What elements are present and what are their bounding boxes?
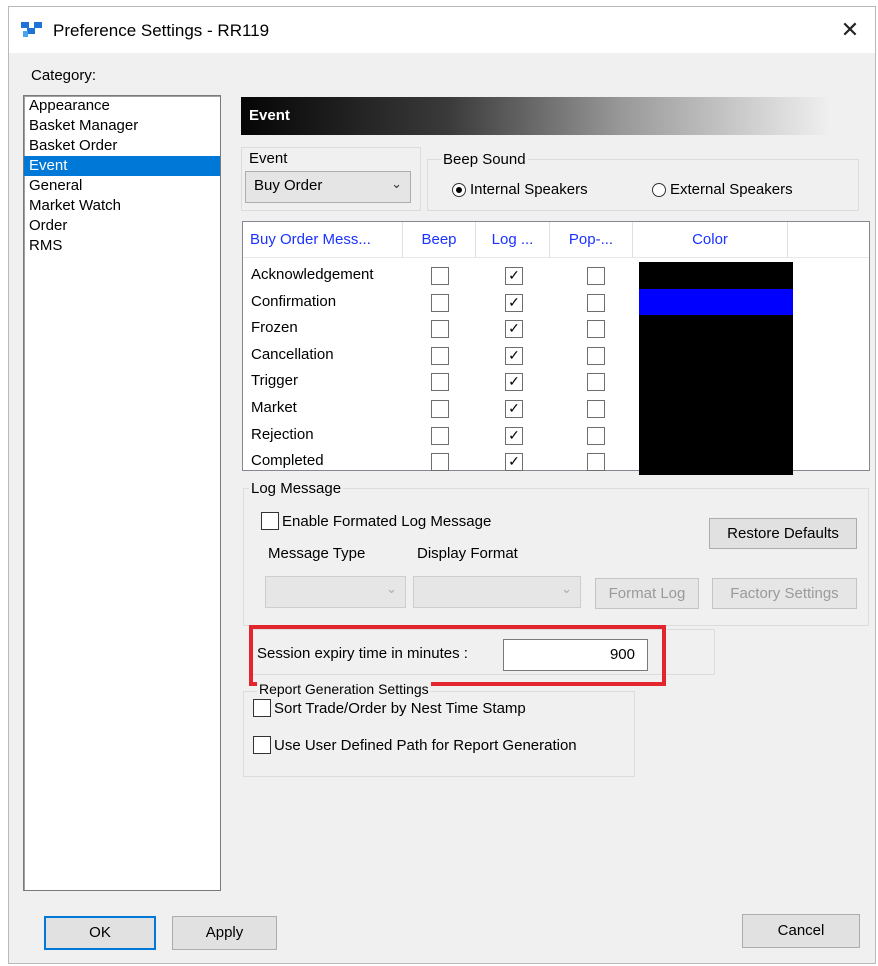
category-list[interactable]: Appearance Basket Manager Basket Order E…	[23, 95, 221, 891]
beep-checkbox[interactable]	[431, 453, 449, 472]
radio-unselected-icon	[652, 182, 666, 197]
event-message-table: Buy Order Mess... Beep Log ... Pop-... C…	[242, 221, 870, 476]
display-format-select[interactable]: ⌄	[413, 576, 581, 608]
highlight-box	[249, 625, 666, 686]
table-row-label: Market	[251, 399, 297, 416]
log-checkbox[interactable]: ✓	[505, 373, 523, 392]
color-swatch[interactable]	[639, 315, 793, 343]
beep-checkbox[interactable]	[431, 346, 449, 365]
color-swatch[interactable]	[639, 368, 793, 396]
title-bar: Preference Settings - RR119 ✕	[9, 7, 875, 53]
beep-checkbox[interactable]	[431, 373, 449, 392]
sort-trade-order-checkbox[interactable]: Sort Trade/Order by Nest Time Stamp	[253, 699, 526, 717]
log-message-label: Log Message	[249, 480, 344, 497]
popup-checkbox[interactable]	[587, 373, 605, 392]
category-item-order[interactable]: Order	[24, 216, 220, 236]
table-row-label: Cancellation	[251, 345, 334, 363]
table-row-label: Completed	[251, 452, 324, 470]
table-row-label: Acknowledgement	[251, 266, 374, 283]
table-row-label: Frozen	[251, 319, 298, 337]
popup-checkbox[interactable]	[587, 453, 605, 472]
table-row-label: Rejection	[251, 425, 314, 443]
checkbox-unchecked-icon	[261, 512, 279, 530]
panel-header-title: Event	[249, 107, 290, 124]
popup-checkbox[interactable]	[587, 346, 605, 365]
log-checkbox[interactable]: ✓	[505, 400, 523, 418]
event-select-value: Buy Order	[254, 177, 323, 194]
ok-button[interactable]: OK	[44, 916, 156, 950]
category-item-basket-order[interactable]: Basket Order	[24, 136, 220, 156]
format-log-button[interactable]: Format Log	[595, 578, 699, 609]
radio-selected-icon	[452, 182, 466, 197]
col-header-color[interactable]: Color	[633, 222, 788, 258]
cancel-button[interactable]: Cancel	[742, 914, 860, 948]
event-select[interactable]: Buy Order ⌄	[245, 171, 411, 203]
table-row-label: Confirmation	[251, 292, 337, 310]
color-swatch[interactable]	[639, 341, 793, 369]
log-checkbox[interactable]: ✓	[505, 293, 523, 312]
popup-checkbox[interactable]	[587, 426, 605, 445]
user-defined-path-checkbox[interactable]: Use User Defined Path for Report Generat…	[253, 736, 577, 754]
beep-checkbox[interactable]	[431, 267, 449, 285]
chevron-down-icon: ⌄	[561, 581, 572, 596]
panel-header: Event	[241, 97, 831, 135]
close-icon[interactable]: ✕	[835, 15, 865, 45]
restore-defaults-button[interactable]: Restore Defaults	[709, 518, 857, 549]
beep-checkbox[interactable]	[431, 400, 449, 418]
message-type-label: Message Type	[268, 545, 366, 562]
internal-speakers-label: Internal Speakers	[470, 181, 588, 198]
beep-checkbox[interactable]	[431, 426, 449, 445]
log-checkbox[interactable]: ✓	[505, 453, 523, 472]
window-title: Preference Settings - RR119	[53, 21, 270, 40]
beep-checkbox[interactable]	[431, 293, 449, 312]
enable-formatted-log-label: Enable Formated Log Message	[282, 512, 492, 530]
popup-checkbox[interactable]	[587, 400, 605, 418]
user-defined-path-label: Use User Defined Path for Report Generat…	[274, 736, 577, 754]
color-swatch[interactable]	[639, 288, 793, 316]
report-generation-label: Report Generation Settings	[257, 681, 431, 697]
col-header-message[interactable]: Buy Order Mess...	[243, 222, 403, 258]
col-header-beep[interactable]: Beep	[403, 222, 476, 258]
beep-checkbox[interactable]	[431, 320, 449, 339]
log-checkbox[interactable]: ✓	[505, 426, 523, 445]
internal-speakers-radio[interactable]: Internal Speakers	[452, 181, 588, 198]
category-item-appearance[interactable]: Appearance	[24, 96, 220, 116]
checkbox-unchecked-icon	[253, 736, 271, 754]
table-row-label: Trigger	[251, 372, 298, 390]
col-header-log[interactable]: Log ...	[476, 222, 550, 258]
popup-checkbox[interactable]	[587, 267, 605, 285]
col-header-popup[interactable]: Pop-...	[550, 222, 633, 258]
enable-formatted-log-checkbox[interactable]: Enable Formated Log Message	[261, 512, 491, 530]
chevron-down-icon: ⌄	[391, 176, 402, 191]
popup-checkbox[interactable]	[587, 293, 605, 312]
popup-checkbox[interactable]	[587, 320, 605, 339]
color-swatch[interactable]	[639, 421, 793, 449]
log-checkbox[interactable]: ✓	[505, 346, 523, 365]
category-item-event[interactable]: Event	[24, 156, 220, 176]
checkbox-unchecked-icon	[253, 699, 271, 717]
event-group-label: Event	[249, 150, 288, 167]
message-type-select[interactable]: ⌄	[265, 576, 406, 608]
apply-button[interactable]: Apply	[172, 916, 277, 950]
external-speakers-radio[interactable]: External Speakers	[652, 181, 793, 198]
color-swatch[interactable]	[639, 262, 793, 290]
category-item-basket-manager[interactable]: Basket Manager	[24, 116, 220, 136]
display-format-label: Display Format	[417, 545, 518, 562]
color-swatch[interactable]	[639, 448, 793, 476]
app-logo-icon	[21, 20, 43, 38]
sort-trade-order-label: Sort Trade/Order by Nest Time Stamp	[274, 699, 526, 717]
chevron-down-icon: ⌄	[386, 581, 397, 596]
category-item-general[interactable]: General	[24, 176, 220, 196]
factory-settings-button[interactable]: Factory Settings	[712, 578, 857, 609]
category-label: Category:	[31, 67, 97, 84]
external-speakers-label: External Speakers	[670, 181, 793, 198]
col-header-filler	[788, 222, 869, 258]
category-item-rms[interactable]: RMS	[24, 236, 220, 256]
log-checkbox[interactable]: ✓	[505, 320, 523, 339]
preference-settings-window: Preference Settings - RR119 ✕ Category: …	[8, 6, 876, 964]
color-swatch[interactable]	[639, 395, 793, 423]
category-item-market-watch[interactable]: Market Watch	[24, 196, 220, 216]
beep-sound-label: Beep Sound	[441, 151, 528, 168]
log-checkbox[interactable]: ✓	[505, 267, 523, 285]
